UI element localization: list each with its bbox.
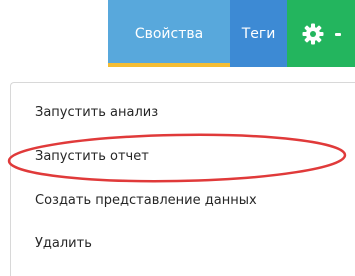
tab-properties[interactable]: Свойства [108, 0, 230, 67]
tab-properties-label: Свойства [134, 25, 204, 42]
caret-down-icon [335, 32, 341, 36]
menu-item-delete[interactable]: Удалить [35, 236, 92, 251]
tab-tags[interactable]: Теги [230, 0, 287, 67]
toolbar: Свойства Теги [108, 0, 355, 67]
menu-item-create-data-view[interactable]: Создать представление данных [35, 193, 257, 208]
settings-dropdown-button[interactable] [287, 0, 355, 67]
menu-item-run-report[interactable]: Запустить отчет [35, 149, 149, 164]
menu-item-run-analysis[interactable]: Запустить анализ [35, 105, 158, 120]
tab-tags-label: Теги [241, 25, 276, 42]
settings-dropdown-menu: Запустить анализ Запустить отчет Создать… [10, 82, 355, 276]
gear-icon [302, 23, 324, 44]
